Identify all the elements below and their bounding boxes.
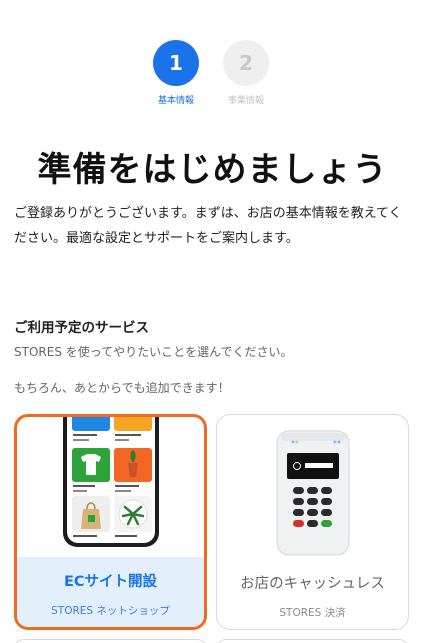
services-note: もちろん、あとからでも追加できます！ bbox=[14, 381, 230, 395]
step-2-circle: 2 bbox=[223, 40, 269, 86]
step-business-info: 2 事業情報 bbox=[216, 40, 276, 106]
service-card-ec[interactable]: ECサイト開設 STORES ネットショップ bbox=[14, 414, 207, 630]
service-card-partial[interactable] bbox=[14, 639, 207, 643]
intro-text: ご登録ありがとうございます。まずは、お店の基本情報を教えてください。最適な設定と… bbox=[14, 206, 402, 246]
step-2-label: 事業情報 bbox=[227, 96, 264, 106]
card-ec-footer: ECサイト開設 STORES ネットショップ bbox=[17, 557, 204, 627]
step-1-label: 基本情報 bbox=[157, 96, 194, 106]
card-reader-illustration bbox=[217, 415, 408, 561]
step-1-circle: 1 bbox=[153, 40, 199, 86]
card-ec-brand: STORES ネットショップ bbox=[51, 605, 170, 617]
smartphone-shop-illustration bbox=[17, 417, 204, 560]
page-title: 準備をはじめましょう bbox=[37, 150, 388, 190]
services-subtitle: STORES を使ってやりたいことを選んでください。 bbox=[14, 345, 293, 359]
card-cashless-brand: STORES 決済 bbox=[279, 607, 346, 619]
step-basic-info: 1 基本情報 bbox=[146, 40, 206, 106]
card-cashless-footer: お店のキャッシュレス STORES 決済 bbox=[217, 559, 408, 629]
services-heading: ご利用予定のサービス bbox=[14, 320, 149, 336]
card-cashless-title: お店のキャッシュレス bbox=[240, 576, 385, 592]
service-card-partial[interactable] bbox=[216, 639, 409, 643]
progress-stepper: 1 基本情報 2 事業情報 bbox=[0, 40, 425, 110]
service-card-cashless[interactable]: お店のキャッシュレス STORES 決済 bbox=[216, 414, 409, 630]
card-ec-title: ECサイト開設 bbox=[63, 574, 158, 590]
